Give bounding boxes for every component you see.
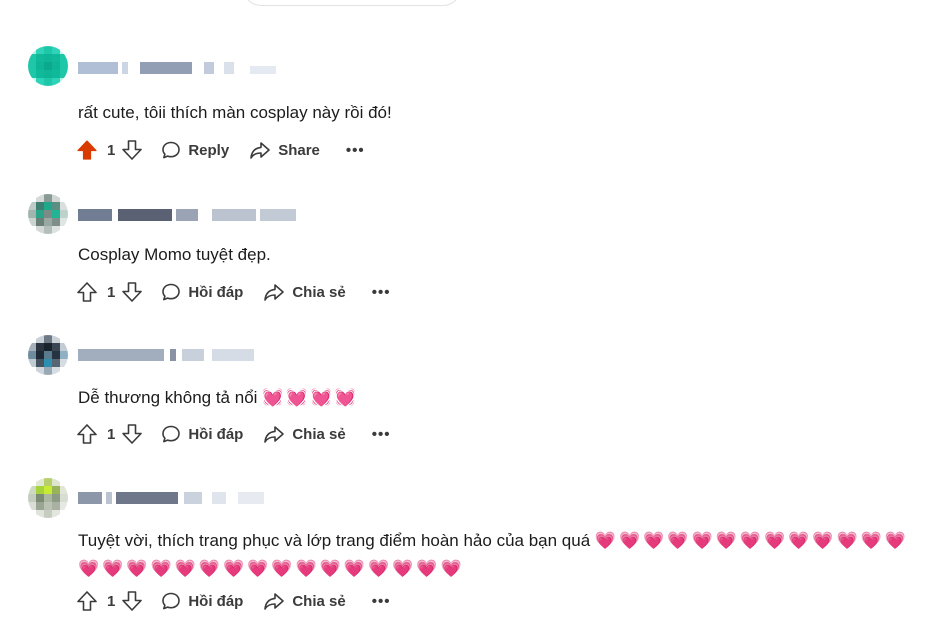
ellipsis-icon: ••• [345, 141, 365, 159]
share-arrow-icon [264, 593, 285, 610]
more-options-button[interactable]: ••• [346, 142, 365, 159]
vote-count: 1 [107, 141, 116, 159]
vote-count: 1 [107, 592, 116, 610]
arrow-down-icon [122, 591, 143, 611]
arrow-down-icon [122, 424, 143, 444]
arrow-up-icon [77, 591, 97, 611]
reply-button[interactable]: Hồi đáp [161, 424, 243, 444]
share-button[interactable]: Share [249, 140, 320, 160]
arrow-up-icon [77, 282, 97, 302]
upvote-button[interactable] [76, 423, 98, 445]
reply-button[interactable]: Hồi đáp [161, 282, 243, 302]
reply-label: Hồi đáp [188, 592, 244, 610]
share-button[interactable]: Chia sẻ [263, 424, 346, 444]
heart-emojis: 💓💓💓💓 [262, 388, 359, 408]
share-label: Chia sẻ [292, 283, 346, 301]
more-options-button[interactable]: ••• [372, 426, 391, 443]
downvote-button[interactable] [121, 139, 143, 161]
comment-actions: 1 Reply Share ••• [76, 137, 365, 163]
vote-count: 1 [107, 283, 116, 301]
comment-text: Cosplay Momo tuyệt đẹp. [78, 245, 271, 264]
downvote-button[interactable] [121, 281, 143, 303]
speech-bubble-icon [162, 141, 181, 159]
vote-count: 1 [107, 425, 116, 443]
user-avatar[interactable] [28, 478, 68, 518]
upvote-button[interactable] [76, 590, 98, 612]
heart-emojis-line2: 💗💗💗💗💗💗💗💗💗💗💗💗💗💗💗💗 [78, 559, 465, 579]
comment-actions: 1 Hồi đáp Chia sẻ ••• [76, 421, 390, 447]
share-arrow-icon [264, 426, 285, 443]
speech-bubble-icon [162, 283, 181, 301]
comment-text: rất cute, tôii thích màn cosplay này rồi… [78, 103, 392, 122]
reply-button[interactable]: Reply [161, 140, 229, 160]
heart-emojis: 💗💗💗💗💗💗💗💗💗💗💗💗💗 [594, 531, 910, 551]
ellipsis-icon: ••• [371, 425, 391, 443]
reply-button[interactable]: Hồi đáp [161, 591, 243, 611]
comment-text-content: Dễ thương không tả nổi [78, 388, 258, 407]
upvote-button[interactable] [76, 139, 98, 161]
arrow-up-icon [77, 140, 97, 160]
arrow-up-icon [77, 424, 97, 444]
share-label: Share [278, 141, 320, 159]
user-avatar[interactable] [28, 194, 68, 234]
comment-text: Tuyệt vời, thích trang phục và lớp trang… [78, 527, 928, 583]
reply-label: Reply [188, 141, 230, 159]
upvote-button[interactable] [76, 281, 98, 303]
comment-actions: 1 Hồi đáp Chia sẻ ••• [76, 279, 390, 305]
share-label: Chia sẻ [292, 425, 346, 443]
share-button[interactable]: Chia sẻ [263, 282, 346, 302]
user-avatar[interactable] [28, 46, 68, 86]
reply-label: Hồi đáp [188, 283, 244, 301]
comment-actions: 1 Hồi đáp Chia sẻ ••• [76, 588, 390, 614]
share-button[interactable]: Chia sẻ [263, 591, 346, 611]
user-avatar[interactable] [28, 335, 68, 375]
ellipsis-icon: ••• [371, 283, 391, 301]
speech-bubble-icon [162, 592, 181, 610]
speech-bubble-icon [162, 425, 181, 443]
more-options-button[interactable]: ••• [372, 593, 391, 610]
downvote-button[interactable] [121, 423, 143, 445]
arrow-down-icon [122, 140, 143, 160]
ellipsis-icon: ••• [371, 592, 391, 610]
share-arrow-icon [264, 284, 285, 301]
reply-label: Hồi đáp [188, 425, 244, 443]
share-label: Chia sẻ [292, 592, 346, 610]
arrow-down-icon [122, 282, 143, 302]
comment-text-content: Tuyệt vời, thích trang phục và lớp trang… [78, 531, 591, 550]
search-bar-edge[interactable] [243, 0, 461, 6]
comment-text: Dễ thương không tả nổi 💓💓💓💓 [78, 386, 359, 410]
more-options-button[interactable]: ••• [372, 284, 391, 301]
share-arrow-icon [250, 142, 271, 159]
downvote-button[interactable] [121, 590, 143, 612]
